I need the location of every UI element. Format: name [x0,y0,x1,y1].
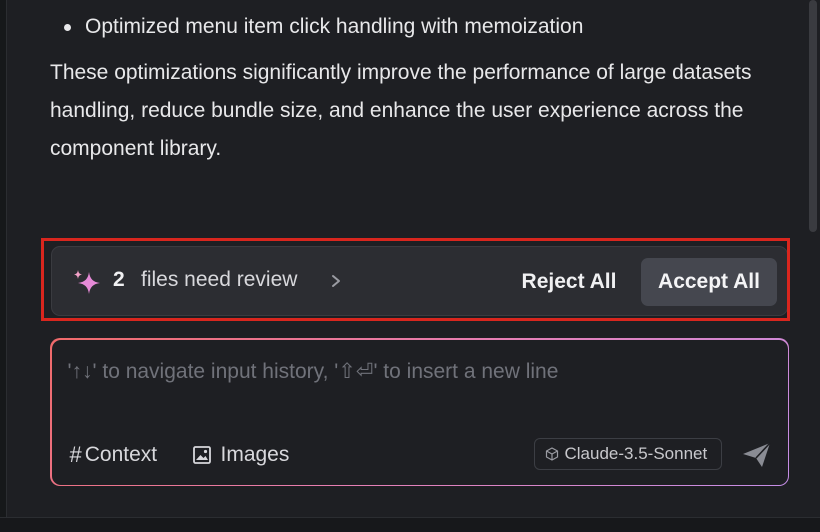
composer: # Context Images Claude-3.5-Sonnet [50,338,789,486]
model-selector[interactable]: Claude-3.5-Sonnet [533,437,722,470]
context-label: Context [84,442,158,466]
message-paragraph: These optimizations significantly improv… [50,61,752,160]
left-pane-edge [0,0,7,532]
model-label: Claude-3.5-Sonnet [564,443,708,463]
image-icon [192,445,211,464]
bottom-strip [0,517,820,532]
scrollbar-thumb[interactable] [809,0,817,232]
images-label: Images [220,442,290,466]
chat-panel: Optimized menu item click handling with … [0,0,820,532]
context-button[interactable]: # Context [70,440,158,470]
bullet-item: Optimized menu item click handling with … [64,8,790,46]
assistant-message: Optimized menu item click handling with … [50,8,790,168]
images-button[interactable]: Images [192,440,290,470]
cube-icon [545,446,558,461]
bullet-list: Optimized menu item click handling with … [50,8,790,46]
composer-inner: # Context Images Claude-3.5-Sonnet [51,339,788,485]
send-icon [742,441,771,467]
chat-input[interactable] [67,353,768,390]
highlight-outline [41,238,790,321]
hash-icon: # [69,441,82,467]
send-button[interactable] [740,440,774,470]
